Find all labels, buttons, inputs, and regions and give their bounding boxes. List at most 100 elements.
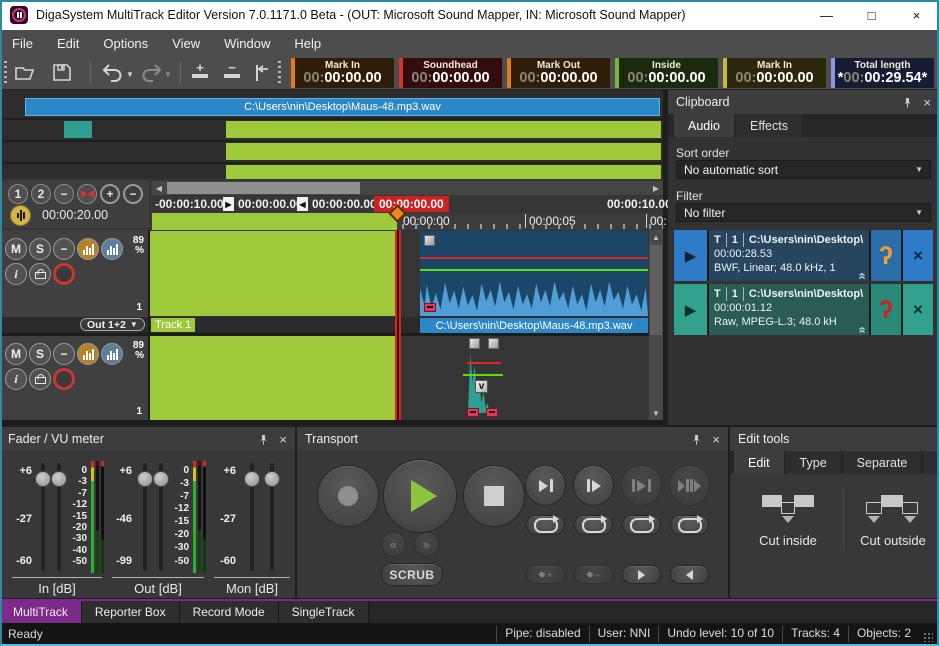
filter-select[interactable]: No filter ▼ bbox=[676, 203, 931, 222]
loop-button-2[interactable] bbox=[574, 515, 613, 535]
fader-knob[interactable] bbox=[264, 471, 280, 487]
loop-button-3[interactable] bbox=[622, 515, 661, 535]
save-icon[interactable] bbox=[52, 63, 72, 82]
undo-icon[interactable] bbox=[102, 63, 124, 83]
prelisten-ear-icon[interactable]: ʔ bbox=[871, 284, 901, 335]
loop-button-1[interactable] bbox=[526, 515, 565, 535]
locate-soundhead-button[interactable] bbox=[77, 184, 97, 204]
play-clip-button[interactable]: ▶ bbox=[674, 230, 707, 281]
cut-inside-button[interactable]: Cut inside bbox=[748, 495, 828, 548]
scroll-up-icon[interactable]: ▲ bbox=[649, 230, 663, 244]
overview-clip-bar[interactable]: C:\Users\nin\Desktop\Maus-48.mp3.wav bbox=[25, 98, 660, 116]
clip-info[interactable]: T1C:\Users\nin\Desktop\ 00:00:28.53 BWF,… bbox=[709, 230, 869, 281]
ruler-ticks[interactable]: 00:00:00 00:00:05 00: bbox=[152, 213, 663, 230]
tab-singletrack[interactable]: SingleTrack bbox=[279, 601, 369, 623]
autoscroll-button[interactable] bbox=[10, 205, 31, 226]
expand-icon[interactable]: « bbox=[855, 326, 869, 333]
open-file-icon[interactable] bbox=[14, 63, 36, 82]
clip-gain-line-green[interactable] bbox=[420, 269, 648, 271]
track2-info-button[interactable]: i bbox=[5, 368, 27, 390]
undo-dropdown-icon[interactable]: ▼ bbox=[126, 70, 134, 79]
loop-button-4[interactable] bbox=[670, 515, 709, 535]
overview-clip-green[interactable] bbox=[226, 165, 661, 179]
track1-vu-blue-button[interactable] bbox=[101, 238, 123, 260]
track1-mute-button[interactable]: M bbox=[5, 238, 27, 260]
track1-audio-clip[interactable] bbox=[420, 231, 648, 316]
record-button[interactable] bbox=[317, 465, 379, 527]
clip-gain-line-green[interactable] bbox=[463, 374, 503, 376]
tab-clip-in[interactable]: Clip & In bbox=[923, 451, 939, 474]
track2-lock-button[interactable] bbox=[29, 368, 51, 390]
tab-audio[interactable]: Audio bbox=[674, 114, 734, 137]
expand-icon[interactable]: « bbox=[855, 272, 869, 279]
overview-clip-green[interactable] bbox=[226, 143, 661, 160]
clip-fade-handle[interactable] bbox=[467, 408, 479, 417]
sort-order-select[interactable]: No automatic sort ▼ bbox=[676, 160, 931, 179]
stop-button[interactable] bbox=[463, 465, 525, 527]
close-panel-icon[interactable]: × bbox=[712, 433, 720, 446]
menu-edit[interactable]: Edit bbox=[57, 36, 79, 51]
tab-effects[interactable]: Effects bbox=[736, 114, 802, 137]
play-clip-button[interactable]: ▶ bbox=[674, 284, 707, 335]
add-marker-icon[interactable]: + bbox=[192, 64, 208, 78]
overview-clip-green[interactable] bbox=[226, 121, 661, 138]
prev-marker-pill[interactable] bbox=[670, 565, 709, 584]
pin-icon[interactable] bbox=[902, 97, 913, 108]
minimize-button[interactable]: — bbox=[804, 0, 849, 30]
clip-gain-line-red[interactable] bbox=[467, 362, 501, 364]
scrub-button[interactable]: SCRUB bbox=[381, 563, 443, 586]
playhead-line[interactable] bbox=[395, 230, 401, 420]
clip-info[interactable]: T1C:\Users\nin\Desktop\ 00:00:01.12 Raw,… bbox=[709, 284, 869, 335]
tab-multitrack[interactable]: MultiTrack bbox=[0, 601, 82, 623]
tab-reporter-box[interactable]: Reporter Box bbox=[82, 601, 180, 623]
tab-edit[interactable]: Edit bbox=[734, 451, 784, 474]
play-from-mark-button[interactable] bbox=[573, 465, 614, 506]
menu-help[interactable]: Help bbox=[294, 36, 321, 51]
track1-green-clip[interactable] bbox=[150, 231, 397, 316]
zoom-in-button[interactable]: + bbox=[100, 184, 120, 204]
play-button[interactable] bbox=[383, 459, 457, 533]
tracks-vscrollbar[interactable]: ▲ ▼ bbox=[649, 230, 663, 420]
track2-audio-clip[interactable]: v bbox=[455, 335, 507, 420]
tab-type[interactable]: Type bbox=[786, 451, 841, 474]
fader-knob[interactable] bbox=[244, 471, 260, 487]
track2-mute-button[interactable]: M bbox=[5, 343, 27, 365]
goto-marker-icon[interactable] bbox=[254, 64, 270, 82]
track2-record-arm-button[interactable] bbox=[53, 368, 75, 390]
remove-marker-icon[interactable]: − bbox=[224, 64, 240, 78]
clip-handle[interactable] bbox=[488, 338, 499, 349]
track2-green-clip[interactable] bbox=[150, 336, 397, 420]
track1-info-button[interactable]: i bbox=[5, 263, 27, 285]
mark-in-marker-icon[interactable]: ▶ bbox=[223, 197, 234, 211]
fader-knob[interactable] bbox=[137, 471, 153, 487]
close-panel-icon[interactable]: × bbox=[279, 433, 287, 446]
zoom-out-button[interactable]: − bbox=[123, 184, 143, 204]
overview-clip-teal[interactable] bbox=[64, 121, 92, 138]
clip-handle[interactable] bbox=[424, 235, 435, 246]
toolbar-grip[interactable] bbox=[278, 61, 281, 85]
menu-options[interactable]: Options bbox=[103, 36, 148, 51]
track2-collapse-button[interactable]: − bbox=[53, 343, 75, 365]
close-panel-icon[interactable]: × bbox=[923, 96, 931, 109]
scroll-left-icon[interactable]: ◀ bbox=[152, 181, 166, 195]
scroll-right-icon[interactable]: ▶ bbox=[649, 181, 663, 195]
clipboard-item[interactable]: ▶ T1C:\Users\nin\Desktop\ 00:00:28.53 BW… bbox=[674, 230, 933, 281]
clip-fade-handle[interactable] bbox=[424, 303, 436, 312]
mark-out-marker-icon[interactable]: ◀ bbox=[297, 197, 308, 211]
remove-clip-button[interactable]: × bbox=[903, 284, 933, 335]
toolbar-grip[interactable] bbox=[4, 61, 7, 85]
menu-view[interactable]: View bbox=[172, 36, 200, 51]
track2-vu-orange-button[interactable] bbox=[77, 343, 99, 365]
clip-fade-handle[interactable] bbox=[486, 408, 498, 417]
prelisten-ear-icon[interactable]: ʔ bbox=[871, 230, 901, 281]
tab-separate[interactable]: Separate bbox=[843, 451, 922, 474]
play-to-mark-button[interactable] bbox=[525, 465, 566, 506]
cut-outside-button[interactable]: Cut outside bbox=[852, 495, 934, 548]
menu-window[interactable]: Window bbox=[224, 36, 270, 51]
track1-solo-button[interactable]: S bbox=[29, 238, 51, 260]
next-marker-pill[interactable] bbox=[622, 565, 661, 584]
track2-vu-blue-button[interactable] bbox=[101, 343, 123, 365]
zoom-preset-2-button[interactable]: 2 bbox=[31, 184, 51, 204]
maximize-button[interactable]: □ bbox=[849, 0, 894, 30]
clipboard-item[interactable]: ▶ T1C:\Users\nin\Desktop\ 00:00:01.12 Ra… bbox=[674, 284, 933, 335]
